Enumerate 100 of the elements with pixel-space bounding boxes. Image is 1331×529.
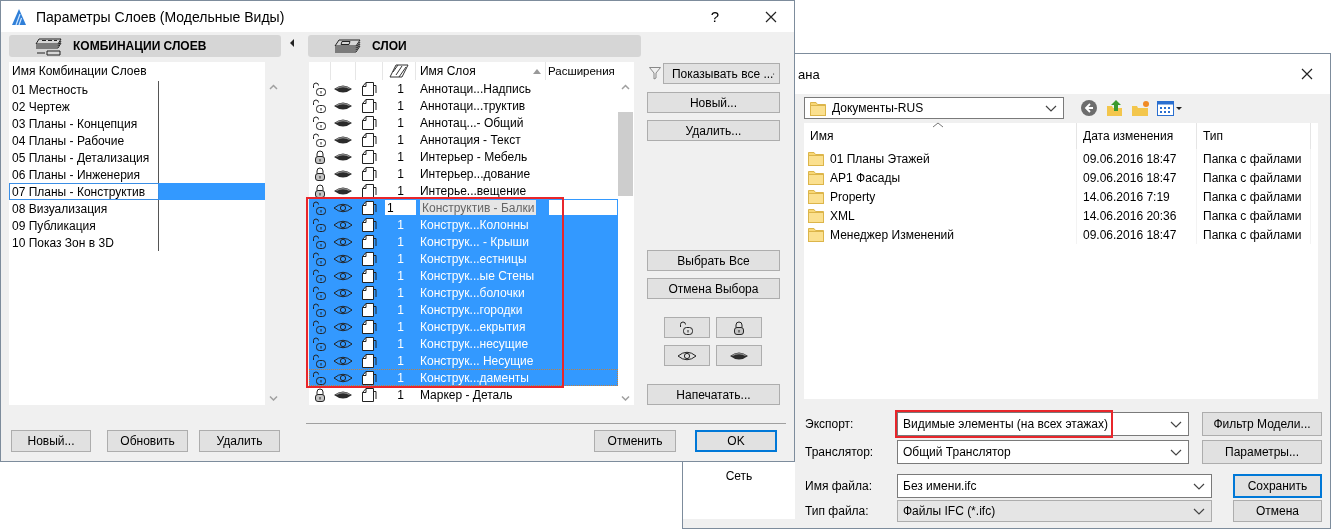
sheet-icon[interactable]: [361, 267, 378, 284]
list-row[interactable]: 03 Планы - Концепция: [9, 115, 265, 132]
eye-icon[interactable]: [333, 337, 354, 350]
column-header[interactable]: Имя: [804, 123, 1076, 149]
column-header[interactable]: Дата изменения: [1076, 123, 1196, 149]
sheet-icon[interactable]: [361, 301, 378, 318]
folder-icon: [808, 227, 824, 242]
sheet-icon[interactable]: [361, 233, 378, 250]
sheet-icon[interactable]: [361, 165, 378, 182]
eye-icon[interactable]: [333, 303, 354, 316]
layer-row[interactable]: 1 Интерьер...дование: [308, 165, 618, 182]
column-header[interactable]: Тип: [1196, 123, 1310, 149]
file-name[interactable]: Менеджер Изменений: [830, 227, 954, 242]
layer-row[interactable]: 1 Аннотац...- Общий: [308, 114, 618, 131]
padlock-open-icon[interactable]: [311, 97, 328, 114]
sheet-icon[interactable]: [361, 182, 378, 199]
layer-name-field[interactable]: Конструктив - Балки: [419, 200, 537, 215]
file-name[interactable]: 01 Планы Этажей: [830, 151, 930, 166]
sheet-icon[interactable]: [361, 386, 378, 403]
layer-row[interactable]: 1 Аннотаци...Надпись: [308, 80, 618, 97]
dialog-button[interactable]: Параметры...: [1202, 440, 1322, 464]
list-row[interactable]: 04 Планы - Рабочие: [9, 132, 265, 149]
dialog-button[interactable]: OK: [695, 430, 777, 452]
sheet-icon[interactable]: [361, 284, 378, 301]
list-row[interactable]: 08 Визуализация: [9, 200, 265, 217]
file-name[interactable]: АР1 Фасады: [830, 170, 901, 185]
dialog-button[interactable]: Выбрать Все: [646, 250, 780, 271]
list-row[interactable]: 02 Чертеж: [9, 98, 265, 115]
dialog-button[interactable]: Новый...: [11, 430, 91, 452]
dialog-button[interactable]: Отмена Выбора: [646, 278, 780, 299]
dropdown-field[interactable]: Общий Транслятор: [897, 440, 1189, 464]
dialog-button[interactable]: Новый...: [646, 92, 780, 113]
icon-button[interactable]: [715, 345, 762, 366]
eye-icon[interactable]: [333, 354, 354, 367]
sheet-icon[interactable]: [361, 131, 378, 148]
dialog-button[interactable]: Фильтр Модели...: [1202, 412, 1322, 436]
icon-button[interactable]: [663, 345, 710, 366]
sheet-icon[interactable]: [361, 352, 378, 369]
eye-icon[interactable]: [333, 218, 354, 231]
list-row[interactable]: 05 Планы - Детализация: [9, 149, 265, 166]
scrollbar-thumb[interactable]: [618, 112, 634, 196]
sheet-icon[interactable]: [361, 114, 378, 131]
dialog-button[interactable]: Обновить: [107, 430, 188, 452]
layer-row[interactable]: 1 Маркер - Деталь: [308, 386, 618, 403]
list-row[interactable]: 01 Местность: [9, 81, 265, 98]
eye-icon[interactable]: [333, 201, 354, 214]
column-header[interactable]: Имя Комбинации Слоев: [9, 64, 156, 78]
layer-row[interactable]: 1 Аннотация - Текст: [308, 131, 618, 148]
sheet-icon[interactable]: [361, 80, 378, 97]
eye-icon[interactable]: [333, 269, 354, 282]
collapse-caret-icon[interactable]: [289, 38, 295, 48]
dialog-button[interactable]: Отменить: [594, 430, 676, 452]
location-dropdown[interactable]: Документы-RUS: [804, 97, 1064, 119]
padlock-open-icon[interactable]: [311, 131, 328, 148]
sheet-icon[interactable]: [361, 199, 378, 216]
sheet-icon[interactable]: [361, 97, 378, 114]
layer-row[interactable]: 1 Аннотаци...труктив: [308, 97, 618, 114]
layer-row[interactable]: 1 Интерье...вещение: [308, 182, 618, 199]
dialog-button[interactable]: Сохранить: [1233, 474, 1322, 498]
pen-number-field[interactable]: 1: [384, 200, 416, 215]
dropdown-field[interactable]: Без имени.ifc: [897, 474, 1212, 498]
sheet-icon[interactable]: [361, 318, 378, 335]
dropdown-field[interactable]: Файлы IFC (*.ifc): [897, 500, 1212, 522]
column-header[interactable]: Имя Слоя: [415, 62, 546, 80]
list-row[interactable]: 07 Планы - Конструктив: [9, 183, 265, 200]
file-name[interactable]: Property: [830, 189, 876, 204]
dialog-button[interactable]: Напечатать...: [646, 384, 780, 405]
dropdown-field[interactable]: Видимые элементы (на всех этажах): [897, 412, 1189, 436]
list-row[interactable]: 10 Показ Зон в 3D: [9, 234, 265, 251]
eye-icon[interactable]: [333, 286, 354, 299]
sheet-icon[interactable]: [361, 216, 378, 233]
icon-button[interactable]: [663, 317, 710, 338]
filter-button[interactable]: Показывать все ...: [662, 63, 780, 84]
dialog-button[interactable]: Удалить: [199, 430, 280, 452]
layer-row[interactable]: 1 Конструктив - Балки: [308, 199, 618, 216]
sheet-icon[interactable]: [361, 250, 378, 267]
eye-icon[interactable]: [333, 371, 354, 384]
scroll-up-icon[interactable]: [621, 84, 631, 90]
padlock-open-icon[interactable]: [311, 80, 328, 97]
list-row[interactable]: 09 Публикация: [9, 217, 265, 234]
icon-button[interactable]: [715, 317, 762, 338]
folder-up-icon[interactable]: [1106, 99, 1123, 117]
file-name[interactable]: XML: [830, 208, 855, 223]
column-header[interactable]: Расширения: [545, 62, 618, 80]
padlock-open-icon[interactable]: [311, 114, 328, 131]
nav-item[interactable]: Сеть: [725, 469, 753, 483]
eye-icon[interactable]: [333, 252, 354, 265]
eye-icon[interactable]: [333, 235, 354, 248]
sheet-icon[interactable]: [361, 148, 378, 165]
eye-icon[interactable]: [333, 320, 354, 333]
view-menu-icon[interactable]: [1157, 99, 1183, 117]
list-row[interactable]: 06 Планы - Инженерия: [9, 166, 265, 183]
sheet-icon[interactable]: [361, 369, 378, 386]
layer-row[interactable]: 1 Интерьер - Мебель: [308, 148, 618, 165]
filter-icon[interactable]: [648, 67, 661, 80]
dialog-button[interactable]: Удалить...: [646, 120, 780, 141]
dialog-button[interactable]: Отмена: [1233, 500, 1322, 522]
sheet-icon[interactable]: [361, 335, 378, 352]
extension-field[interactable]: [548, 200, 617, 215]
help-button[interactable]: ?: [700, 8, 730, 25]
